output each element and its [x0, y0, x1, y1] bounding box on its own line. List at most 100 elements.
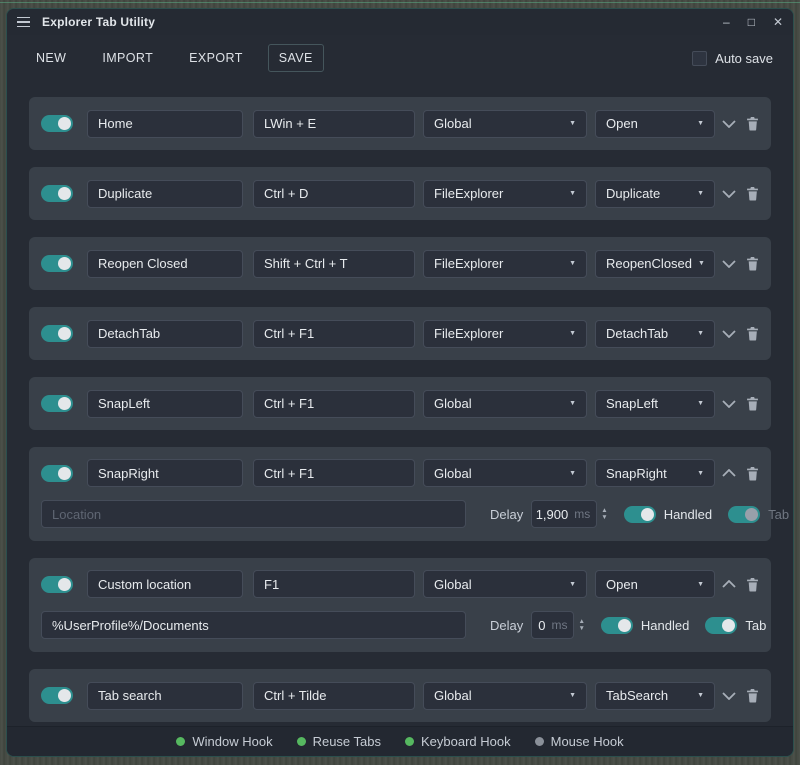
scope-select[interactable]: FileExplorer ▼: [423, 180, 587, 208]
collapse-button[interactable]: [722, 469, 736, 477]
delay-label: Delay: [490, 507, 523, 522]
action-select[interactable]: DetachTab ▼: [595, 320, 715, 348]
enabled-toggle[interactable]: [41, 325, 73, 342]
scope-select[interactable]: Global ▼: [423, 390, 587, 418]
hotkey-row: Global ▼ TabSearch ▼: [29, 669, 771, 722]
action-select[interactable]: SnapRight ▼: [595, 459, 715, 487]
handled-toggle[interactable]: [601, 617, 633, 634]
action-value: ReopenClosed: [606, 256, 692, 271]
enabled-toggle[interactable]: [41, 115, 73, 132]
location-input[interactable]: [41, 611, 466, 639]
delete-button[interactable]: [746, 116, 759, 131]
chevron-down-icon: ▼: [697, 400, 704, 407]
chevron-down-icon: ▼: [569, 581, 576, 588]
delete-button[interactable]: [746, 688, 759, 703]
delete-button[interactable]: [746, 466, 759, 481]
minimize-button[interactable]: –: [723, 16, 730, 28]
enabled-toggle[interactable]: [41, 576, 73, 593]
scope-select[interactable]: FileExplorer ▼: [423, 320, 587, 348]
chevron-down-icon: ▼: [569, 260, 576, 267]
scope-select[interactable]: Global ▼: [423, 570, 587, 598]
name-input[interactable]: [87, 250, 243, 278]
delay-value: 0: [538, 618, 545, 633]
enabled-toggle[interactable]: [41, 255, 73, 272]
action-select[interactable]: Open ▼: [595, 570, 715, 598]
scope-select[interactable]: Global ▼: [423, 459, 587, 487]
delete-button[interactable]: [746, 326, 759, 341]
scope-value: Global: [434, 396, 472, 411]
action-select[interactable]: Duplicate ▼: [595, 180, 715, 208]
chevron-down-icon: ▼: [697, 120, 704, 127]
name-input[interactable]: [87, 459, 243, 487]
menu-icon[interactable]: [17, 17, 30, 28]
tab-label: Tab: [745, 618, 766, 633]
enabled-toggle[interactable]: [41, 465, 73, 482]
hotkey-input[interactable]: [253, 110, 415, 138]
chevron-down-icon: [722, 330, 736, 338]
expand-button[interactable]: [722, 260, 736, 268]
expand-button[interactable]: [722, 190, 736, 198]
autosave-checkbox[interactable]: [692, 51, 707, 66]
chevron-down-icon: ▼: [569, 120, 576, 127]
ms-unit: ms: [551, 618, 567, 632]
enabled-toggle[interactable]: [41, 185, 73, 202]
hotkey-row: FileExplorer ▼ DetachTab ▼: [29, 307, 771, 360]
hotkey-input[interactable]: [253, 320, 415, 348]
delay-input[interactable]: 0 ms: [531, 611, 574, 639]
tab-toggle[interactable]: [728, 506, 760, 523]
expand-button[interactable]: [722, 692, 736, 700]
delete-button[interactable]: [746, 396, 759, 411]
location-input[interactable]: [41, 500, 466, 528]
hotkey-input[interactable]: [253, 250, 415, 278]
name-input[interactable]: [87, 180, 243, 208]
name-input[interactable]: [87, 682, 243, 710]
delete-button[interactable]: [746, 256, 759, 271]
action-value: SnapRight: [606, 466, 667, 481]
expand-button[interactable]: [722, 330, 736, 338]
hotkey-input[interactable]: [253, 180, 415, 208]
scope-select[interactable]: Global ▼: [423, 682, 587, 710]
export-button[interactable]: EXPORT: [178, 44, 254, 72]
action-select[interactable]: Open ▼: [595, 110, 715, 138]
hotkey-list: Global ▼ Open ▼ FileExplore: [7, 81, 793, 726]
name-input[interactable]: [87, 110, 243, 138]
trash-icon: [746, 577, 759, 592]
hotkey-input[interactable]: [253, 459, 415, 487]
delay-input[interactable]: 1,900 ms: [531, 500, 597, 528]
action-select[interactable]: SnapLeft ▼: [595, 390, 715, 418]
chevron-down-icon: [722, 400, 736, 408]
delete-button[interactable]: [746, 186, 759, 201]
action-value: Duplicate: [606, 186, 660, 201]
collapse-button[interactable]: [722, 580, 736, 588]
handled-toggle[interactable]: [624, 506, 656, 523]
name-input[interactable]: [87, 320, 243, 348]
import-button[interactable]: IMPORT: [91, 44, 164, 72]
scope-select[interactable]: FileExplorer ▼: [423, 250, 587, 278]
trash-icon: [746, 396, 759, 411]
trash-icon: [746, 688, 759, 703]
tab-toggle[interactable]: [705, 617, 737, 634]
hotkey-row: Global ▼ SnapLeft ▼: [29, 377, 771, 430]
expand-button[interactable]: [722, 120, 736, 128]
name-input[interactable]: [87, 390, 243, 418]
scope-value: Global: [434, 466, 472, 481]
enabled-toggle[interactable]: [41, 395, 73, 412]
chevron-up-icon: [722, 580, 736, 588]
scope-value: FileExplorer: [434, 256, 503, 271]
hotkey-input[interactable]: [253, 390, 415, 418]
hotkey-input[interactable]: [253, 570, 415, 598]
action-select[interactable]: TabSearch ▼: [595, 682, 715, 710]
name-input[interactable]: [87, 570, 243, 598]
delay-label: Delay: [490, 618, 523, 633]
hotkey-row: Global ▼ SnapRight ▼ Delay 1,900 ms: [29, 447, 771, 541]
new-button[interactable]: NEW: [25, 44, 77, 72]
expand-button[interactable]: [722, 400, 736, 408]
enabled-toggle[interactable]: [41, 687, 73, 704]
action-select[interactable]: ReopenClosed ▼: [595, 250, 715, 278]
maximize-button[interactable]: □: [748, 16, 755, 28]
save-button[interactable]: SAVE: [268, 44, 324, 72]
hotkey-input[interactable]: [253, 682, 415, 710]
scope-select[interactable]: Global ▼: [423, 110, 587, 138]
close-button[interactable]: ✕: [773, 16, 783, 28]
delete-button[interactable]: [746, 577, 759, 592]
